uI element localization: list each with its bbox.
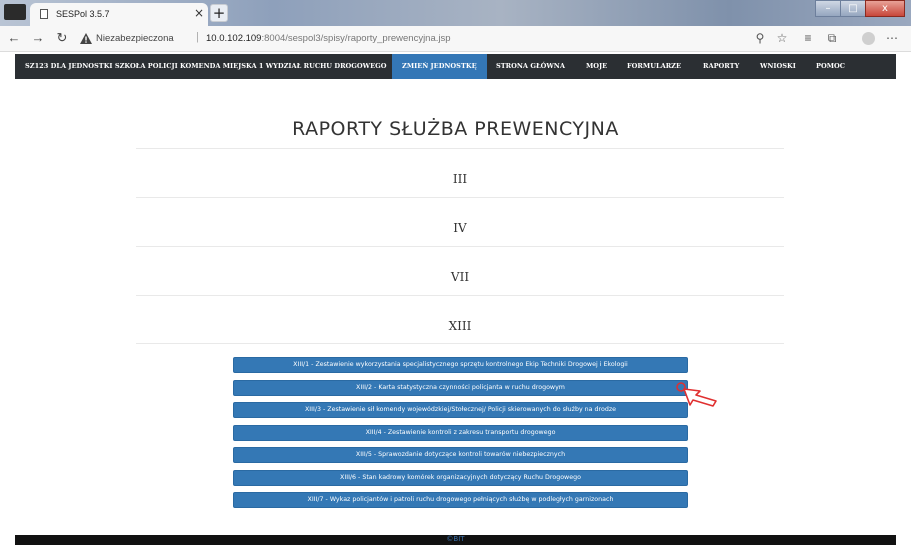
insecure-label[interactable]: Niezabezpieczona [96,33,174,44]
section-iv[interactable]: IV [136,197,784,246]
profile-avatar[interactable] [862,32,875,45]
arrow-right-icon[interactable]: → [30,30,46,45]
page-icon [40,9,48,19]
star-icon[interactable]: ☆ [774,31,790,45]
maximize-button[interactable]: □ [840,0,866,17]
nav-reports[interactable]: RAPORTY [703,54,739,79]
more-icon[interactable]: ⋯ [884,31,900,45]
nav-forms[interactable]: FORMULARZE [627,54,681,79]
section-xiii[interactable]: XIII [136,295,784,344]
report-button-xiii-7[interactable]: XIII/7 - Wykaz policjantów i patroli ruc… [233,492,688,508]
zoom-icon[interactable]: ⚲ [752,31,768,45]
nav-home[interactable]: STRONA GŁÓWNA [496,54,565,79]
collections-icon[interactable]: ≡ [800,31,816,45]
tab-close-button[interactable]: × [194,6,204,20]
reload-icon[interactable]: ↻ [54,30,70,46]
section-vii[interactable]: VII [136,246,784,295]
hand-pointer-icon [676,381,724,415]
report-button-xiii-4[interactable]: XIII/4 - Zestawienie kontroli z zakresu … [233,424,688,441]
arrow-left-icon[interactable]: ← [6,30,22,45]
address-bar: ← → ↻ Niezabezpieczona | 10.0.102.109:80… [0,26,911,52]
report-list: XIII/1 - Zestawienie wykorzystania specj… [233,357,688,515]
browser-tab[interactable]: SESPol 3.5.7 × [30,3,208,26]
warning-icon[interactable] [80,31,92,49]
browser-tabstrip: SESPol 3.5.7 × + – □ x [0,0,911,26]
nav-help[interactable]: POMOC [816,54,845,79]
report-button-xiii-3[interactable]: XIII/3 - Zestawienie sił komendy wojewód… [233,402,688,418]
section-list: III IV VII XIII [136,148,784,344]
change-unit-button[interactable]: ZMIEŃ JEDNOSTKĘ [392,54,487,79]
close-window-button[interactable]: x [865,0,905,17]
minimize-button[interactable]: – [815,0,841,17]
unit-name: SZ123 DLA JEDNOSTKI SZKOŁA POLICJI KOMEN… [25,62,387,70]
tab-title: SESPol 3.5.7 [56,9,110,19]
extensions-icon[interactable]: ⧉ [824,31,840,46]
new-tab-button[interactable]: + [210,4,228,22]
page-footer: ©BIT [15,535,896,545]
window-menu-icon[interactable] [4,4,26,20]
nav-my[interactable]: MOJE [586,54,607,79]
nav-requests[interactable]: WNIOSKI [760,54,796,79]
report-button-xiii-1[interactable]: XIII/1 - Zestawienie wykorzystania specj… [233,357,688,373]
report-button-xiii-6[interactable]: XIII/6 - Stan kadrowy komórek organizacy… [233,469,688,486]
address-separator: | [196,31,199,43]
url-host: 10.0.102.109 [206,33,262,44]
app-navbar: SZ123 DLA JEDNOSTKI SZKOŁA POLICJI KOMEN… [15,54,896,79]
section-iii[interactable]: III [136,148,784,197]
page-title: RAPORTY SŁUŻBA PREWENCYJNA [292,118,619,140]
report-button-xiii-2[interactable]: XIII/2 - Karta statystyczna czynności po… [233,379,688,396]
footer-text: ©BIT [446,535,465,543]
window-controls: – □ x [815,0,905,18]
url-field[interactable]: 10.0.102.109:8004/sespol3/spisy/raporty_… [206,33,451,44]
report-button-xiii-5[interactable]: XIII/5 - Sprawozdanie dotyczące kontroli… [233,447,688,463]
url-path: :8004/sespol3/spisy/raporty_prewencyjna.… [261,33,451,44]
